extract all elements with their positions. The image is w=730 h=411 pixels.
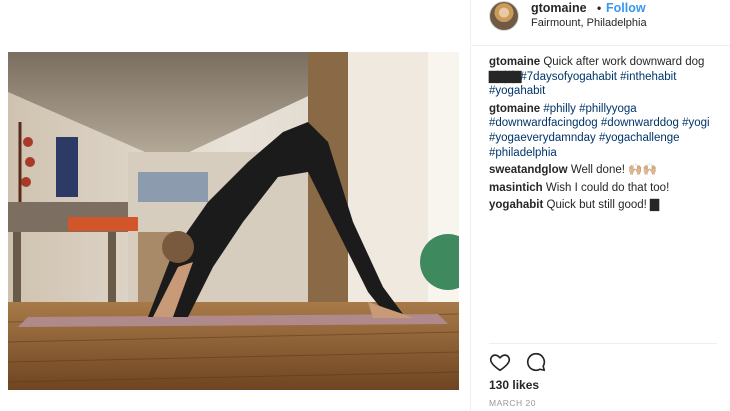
likes-count[interactable]: 130 likes — [489, 378, 539, 392]
comment-item: gtomaine #philly #phillyyoga #downwardfa… — [489, 102, 730, 160]
comment-text: ▇ — [650, 199, 659, 212]
hashtag-link[interactable]: #yogahabit — [489, 85, 545, 97]
comment-username[interactable]: gtomaine — [489, 103, 540, 115]
hashtag-link[interactable]: #philadelphia — [489, 147, 557, 159]
yoga-photo — [8, 52, 459, 390]
hashtag-link[interactable]: #downwarddog — [601, 117, 679, 129]
comment-item: masintich Wish I could do that too! — [489, 181, 730, 196]
hashtag-link[interactable]: #inthehabit — [620, 71, 676, 83]
avatar[interactable] — [489, 1, 519, 31]
location-link[interactable]: Fairmount, Philadelphia — [531, 17, 647, 29]
comment-text: Quick but still good! — [546, 199, 651, 212]
comment-username[interactable]: gtomaine — [489, 56, 540, 68]
comment-username[interactable]: yogahabit — [489, 199, 543, 211]
comment-text: Well done! 🙌🏼🙌🏼 — [570, 164, 657, 177]
comment-text: ▇▇▇▇ — [489, 70, 521, 83]
comment-item: yogahabit Quick but still good! ▇ — [489, 198, 730, 213]
photo-panel — [0, 0, 470, 411]
hashtag-link[interactable]: #yogaeverydamnday — [489, 132, 596, 144]
action-bar — [489, 351, 557, 373]
hashtag-link[interactable]: #7daysofyogahabit — [520, 71, 617, 83]
post-photo[interactable] — [8, 52, 459, 390]
follow-button[interactable]: Follow — [606, 1, 646, 15]
hashtag-link[interactable]: #philly — [543, 103, 576, 115]
author-username[interactable]: gtomaine — [531, 1, 587, 15]
comment-username[interactable]: sweatandglow — [489, 164, 568, 176]
post-date: MARCH 20 — [489, 398, 536, 408]
divider — [489, 343, 717, 344]
comments-list: gtomaine Quick after work downward dog ▇… — [489, 55, 730, 216]
comment-icon[interactable] — [525, 351, 547, 373]
comment-text: Wish I could do that too! — [545, 181, 670, 194]
hashtag-link[interactable]: #yogi — [682, 117, 710, 129]
comment-text: Quick after work downward dog — [543, 56, 705, 68]
post-header: gtomaine • Follow Fairmount, Philadelphi… — [471, 0, 730, 46]
hashtag-link[interactable]: #phillyyoga — [579, 103, 637, 115]
comment-item: sweatandglow Well done! 🙌🏼🙌🏼 — [489, 163, 730, 178]
hashtag-link[interactable]: #downwardfacingdog — [489, 117, 598, 129]
hashtag-link[interactable]: #yogachallenge — [599, 132, 680, 144]
comment-username[interactable]: masintich — [489, 182, 543, 194]
heart-icon[interactable] — [489, 351, 511, 373]
post-sidebar: gtomaine • Follow Fairmount, Philadelphi… — [470, 0, 730, 411]
comment-item: gtomaine Quick after work downward dog ▇… — [489, 55, 730, 99]
separator-dot: • — [597, 1, 602, 15]
